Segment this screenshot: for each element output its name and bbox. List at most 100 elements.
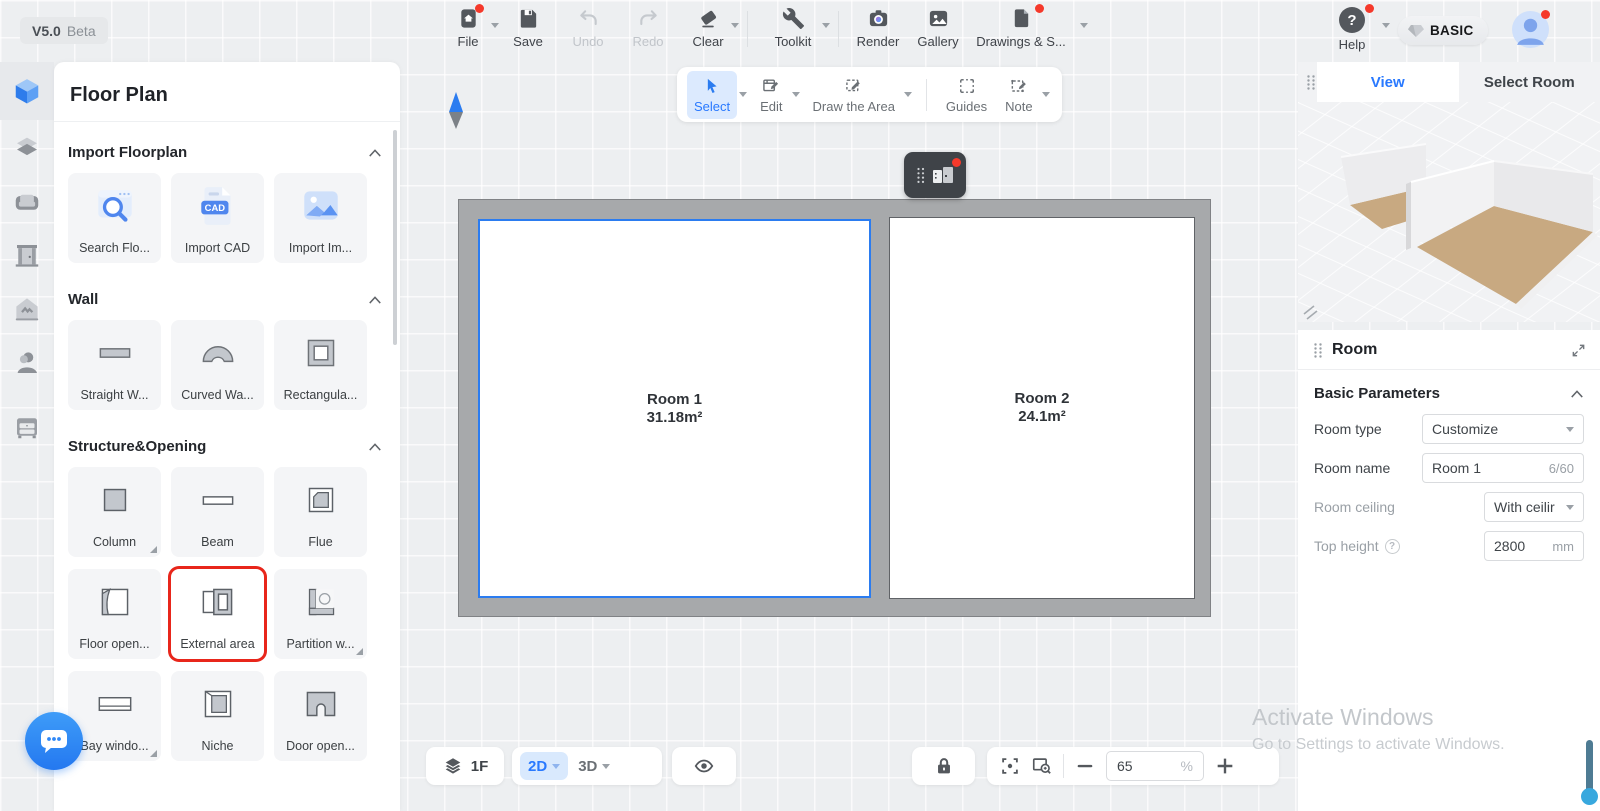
rail-item-account[interactable] bbox=[0, 336, 54, 390]
view-2d-button[interactable]: 2D bbox=[520, 752, 568, 780]
rail-item-floors[interactable] bbox=[0, 120, 54, 174]
note-caret-icon[interactable] bbox=[1042, 92, 1050, 97]
expand-icon[interactable] bbox=[1571, 343, 1586, 358]
lock-button[interactable] bbox=[912, 747, 975, 785]
tab-view-label: View bbox=[1371, 74, 1405, 91]
tile-flue[interactable]: Flue bbox=[274, 467, 367, 557]
panel-scrollbar[interactable] bbox=[393, 130, 397, 345]
edit-tool-button[interactable]: Edit bbox=[753, 71, 789, 119]
rail-item-floorplan[interactable] bbox=[0, 62, 54, 120]
render-button[interactable]: Render bbox=[848, 7, 908, 49]
top-height-input[interactable]: 2800 mm bbox=[1484, 531, 1584, 561]
floor-selector-button[interactable]: 1F bbox=[426, 747, 504, 785]
toolkit-button[interactable]: Toolkit bbox=[757, 7, 829, 49]
tile-label: Niche bbox=[202, 739, 234, 753]
tile-partition-wall[interactable]: Partition w... bbox=[274, 569, 367, 659]
room-type-select[interactable]: Customize bbox=[1422, 414, 1584, 444]
section-wall[interactable]: Wall bbox=[68, 291, 382, 308]
drag-dots-icon[interactable] bbox=[1305, 74, 1317, 91]
floorplan-mini-toolbar-button[interactable] bbox=[904, 152, 966, 198]
save-label: Save bbox=[513, 34, 543, 49]
tile-floor-opening[interactable]: Floor open... bbox=[68, 569, 161, 659]
view-3d-button[interactable]: 3D bbox=[578, 758, 610, 775]
tile-external-area[interactable]: External area bbox=[171, 569, 264, 659]
room-2[interactable]: Room 2 24.1m² bbox=[889, 217, 1195, 599]
tile-door-opening[interactable]: Door open... bbox=[274, 671, 367, 761]
gallery-button[interactable]: Gallery bbox=[908, 7, 968, 49]
room-panel-title: Room bbox=[1332, 341, 1563, 359]
clear-icon bbox=[697, 7, 720, 30]
tile-straight-wall[interactable]: Straight W... bbox=[68, 320, 161, 410]
draw-area-tool-button[interactable]: Draw the Area bbox=[806, 71, 902, 119]
tile-import-cad[interactable]: CAD Import CAD bbox=[171, 173, 264, 263]
mini-toolbar-notification-dot bbox=[952, 158, 961, 167]
guides-tool-button[interactable]: Guides bbox=[939, 71, 994, 119]
section-structure-opening[interactable]: Structure&Opening bbox=[68, 438, 382, 455]
page-scrollbar-thumb[interactable] bbox=[1586, 740, 1593, 794]
room-ceiling-label: Room ceiling bbox=[1314, 499, 1484, 515]
room-1[interactable]: Room 1 31.18m² bbox=[478, 219, 871, 598]
select-caret-icon[interactable] bbox=[739, 92, 747, 97]
house-ai-icon bbox=[12, 294, 42, 324]
room-ceiling-field: Room ceiling With ceilir bbox=[1314, 492, 1584, 522]
basic-parameters-section[interactable]: Basic Parameters bbox=[1298, 370, 1600, 414]
rail-item-ai-design[interactable] bbox=[0, 282, 54, 336]
niche-icon bbox=[195, 681, 241, 727]
edit-caret-icon[interactable] bbox=[792, 92, 800, 97]
lock-icon bbox=[933, 755, 955, 777]
clear-button[interactable]: Clear bbox=[678, 7, 738, 49]
page-scrollbar-bulb[interactable] bbox=[1581, 788, 1598, 805]
zoom-level-input[interactable]: 65 % bbox=[1106, 751, 1204, 781]
drag-dots-icon[interactable] bbox=[1312, 342, 1324, 359]
user-avatar[interactable] bbox=[1512, 11, 1549, 48]
room-ceiling-value: With ceilir bbox=[1494, 499, 1555, 515]
chat-support-button[interactable] bbox=[25, 712, 83, 770]
zoom-in-plus-icon[interactable] bbox=[1214, 755, 1236, 777]
tile-import-image[interactable]: Import Im... bbox=[274, 173, 367, 263]
tab-select-room[interactable]: Select Room bbox=[1459, 62, 1600, 102]
undo-icon bbox=[577, 7, 600, 30]
chevron-up-icon[interactable] bbox=[368, 442, 382, 452]
visibility-button[interactable] bbox=[672, 747, 736, 785]
tile-curved-wall[interactable]: Curved Wa... bbox=[171, 320, 264, 410]
import-image-icon bbox=[298, 183, 344, 229]
tile-rectangular-wall[interactable]: Rectangula... bbox=[274, 320, 367, 410]
tile-label: Beam bbox=[201, 535, 234, 549]
doorway-icon bbox=[12, 240, 42, 270]
room-ceiling-select[interactable]: With ceilir bbox=[1484, 492, 1584, 522]
rail-item-doors-windows[interactable] bbox=[0, 228, 54, 282]
rail-item-cabinet[interactable] bbox=[0, 400, 54, 454]
chevron-up-icon[interactable] bbox=[368, 148, 382, 158]
compass-north-icon[interactable] bbox=[449, 92, 463, 112]
note-tool-button[interactable]: Note bbox=[998, 71, 1039, 119]
tile-search-floorplan[interactable]: Search Flo... bbox=[68, 173, 161, 263]
tab-view[interactable]: View bbox=[1317, 62, 1459, 102]
zoom-out-minus-icon[interactable] bbox=[1074, 755, 1096, 777]
save-button[interactable]: Save bbox=[498, 7, 558, 49]
render-label: Render bbox=[857, 34, 900, 49]
zoom-region-icon[interactable] bbox=[1031, 755, 1053, 777]
tile-label: Bay windo... bbox=[80, 739, 148, 753]
tile-label: Partition w... bbox=[286, 637, 354, 651]
chevron-up-icon[interactable] bbox=[368, 295, 382, 305]
drawings-button[interactable]: Drawings & S... bbox=[968, 7, 1074, 49]
draw-area-caret-icon[interactable] bbox=[904, 92, 912, 97]
file-button[interactable]: File bbox=[438, 7, 498, 49]
gem-icon bbox=[1408, 24, 1424, 38]
select-tool-button[interactable]: Select bbox=[687, 71, 737, 119]
room-name-input[interactable]: Room 1 6/60 bbox=[1422, 453, 1584, 483]
plan-badge[interactable]: BASIC bbox=[1398, 16, 1488, 45]
help-button[interactable]: ? Help bbox=[1322, 7, 1382, 52]
chevron-up-icon[interactable] bbox=[1570, 389, 1584, 399]
tile-niche[interactable]: Niche bbox=[171, 671, 264, 761]
tile-column[interactable]: Column bbox=[68, 467, 161, 557]
tile-beam[interactable]: Beam bbox=[171, 467, 264, 557]
3d-preview[interactable] bbox=[1298, 102, 1600, 322]
drawings-notification-dot bbox=[1035, 4, 1044, 13]
external-area-icon bbox=[195, 579, 241, 625]
fit-view-icon[interactable] bbox=[999, 755, 1021, 777]
rail-item-furniture[interactable] bbox=[0, 174, 54, 228]
drawings-doc-icon bbox=[1010, 7, 1033, 30]
section-import-floorplan[interactable]: Import Floorplan bbox=[68, 144, 382, 161]
help-tooltip-icon[interactable]: ? bbox=[1385, 539, 1400, 554]
